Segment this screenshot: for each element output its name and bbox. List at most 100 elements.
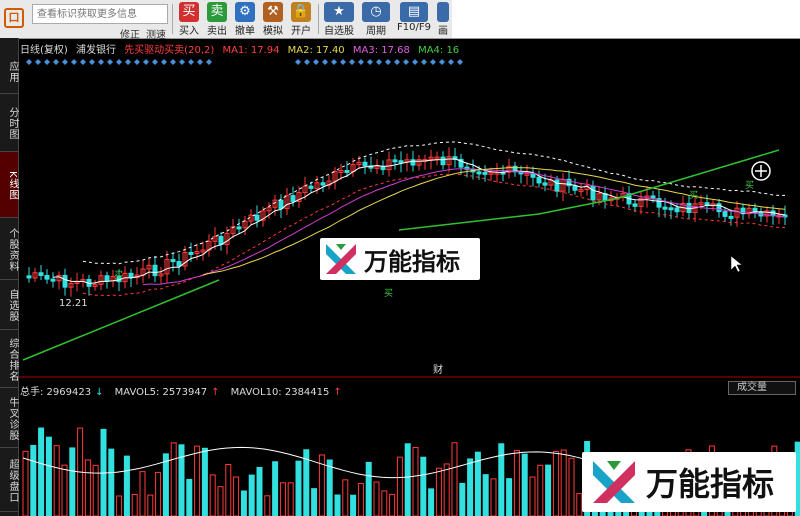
up-arrow-icon: ↑ <box>211 387 220 398</box>
tab-intraday[interactable]: 分时图 <box>0 94 18 152</box>
star-icon: ★ <box>324 2 354 22</box>
volume-bar <box>123 455 130 516</box>
volume-bar <box>170 442 177 516</box>
brand-logo-icon <box>326 244 356 274</box>
volume-bar <box>162 453 169 516</box>
candle-body <box>440 156 446 166</box>
event-diamond-icon <box>304 59 310 65</box>
event-diamond-icon <box>295 59 301 65</box>
lock-icon: 🔒 <box>291 2 311 22</box>
volume-bar <box>545 464 552 516</box>
candle-body <box>554 179 560 192</box>
watermark-text: 万能指标 <box>646 465 775 503</box>
cancel-order-icon: ⚙ <box>235 2 255 22</box>
volume-bar <box>256 466 263 516</box>
buy-button[interactable]: 买 买入 <box>176 2 202 37</box>
period-button[interactable]: ◷ 周期 <box>360 2 392 37</box>
volume-bar <box>513 449 520 516</box>
volume-bar <box>131 493 138 516</box>
draw-button[interactable]: 画 <box>436 2 450 37</box>
volume-bar <box>53 445 60 516</box>
tab-stock-profile[interactable]: 个股资料 <box>0 218 18 280</box>
buy-icon: 买 <box>179 2 199 22</box>
watchlist-button[interactable]: ★ 自选股 <box>322 2 356 37</box>
volume-bar <box>194 445 201 516</box>
signal-text: 买 <box>689 190 698 201</box>
volume-bar <box>529 476 536 516</box>
candle-body <box>290 195 296 202</box>
left-tab-bar: 应用 分时图 K线图 个股资料 自选股 综合排名 牛叉诊股 超级盘口 <box>0 38 19 516</box>
event-diamond-icon <box>457 59 463 65</box>
volume-bar <box>240 490 247 516</box>
volume-bar <box>342 479 349 516</box>
event-diamond-icon <box>340 59 346 65</box>
candle-body <box>344 169 350 173</box>
volume-bar <box>537 464 544 516</box>
tab-level2[interactable]: 超级盘口 <box>0 448 18 512</box>
tab-kline[interactable]: K线图 <box>0 152 18 218</box>
volume-info-row: 总手: 2969423 ↓ MAVOL5: 2573947 ↑ MAVOL10: 2… <box>20 383 346 398</box>
f10-button[interactable]: ▤ F10/F9 <box>396 2 432 36</box>
volume-bar <box>373 481 380 516</box>
open-account-button[interactable]: 🔒 开户 <box>288 2 314 37</box>
up-arrow-icon: ↑ <box>333 387 342 398</box>
event-diamond-icon <box>125 59 131 65</box>
volume-bar <box>139 471 146 516</box>
event-markers <box>26 59 463 65</box>
indicator-selector[interactable]: 成交量 <box>728 381 796 395</box>
tab-ranking[interactable]: 综合排名 <box>0 330 18 388</box>
volume-bar <box>233 476 240 516</box>
event-diamond-icon <box>430 59 436 65</box>
app-logo-icon[interactable]: 口 <box>4 8 24 28</box>
event-diamond-icon <box>188 59 194 65</box>
volume-bar <box>295 460 302 516</box>
candle-body <box>722 211 728 217</box>
candle-body <box>308 185 314 189</box>
volume-bar <box>116 495 123 516</box>
candle-body <box>362 161 368 167</box>
volume-bar <box>147 494 154 516</box>
candle-body <box>590 185 596 201</box>
volume-bar <box>287 482 294 516</box>
volume-bar <box>61 464 68 516</box>
volume-bar <box>404 443 411 516</box>
cancel-order-button[interactable]: ⚙ 撤单 <box>232 2 258 37</box>
toolbar: 口 修正 测速 买 买入 卖 卖出 ⚙ 撤单 ⚒ 模拟 🔒 开户 ★ 自选股 ◷… <box>0 0 800 41</box>
event-diamond-icon <box>89 59 95 65</box>
volume-bar <box>365 461 372 516</box>
open-account-label: 开户 <box>291 26 311 37</box>
candle-body <box>278 199 284 210</box>
brand-logo-icon <box>593 461 635 503</box>
sell-button[interactable]: 卖 卖出 <box>204 2 230 37</box>
sell-icon: 卖 <box>207 2 227 22</box>
volume-bar <box>381 490 388 516</box>
search-input[interactable] <box>32 4 168 24</box>
tab-diagnosis[interactable]: 牛叉诊股 <box>0 388 18 448</box>
down-arrow-icon: ↓ <box>95 387 104 398</box>
tab-watchlist[interactable]: 自选股 <box>0 280 18 330</box>
volume-bar <box>435 467 442 516</box>
candle-body <box>254 214 260 221</box>
candle-body <box>320 182 326 186</box>
candle-body <box>170 259 176 263</box>
candle-body <box>632 203 638 207</box>
event-diamond-icon <box>358 59 364 65</box>
simulate-button[interactable]: ⚒ 模拟 <box>260 2 286 37</box>
event-diamond-icon <box>53 59 59 65</box>
candle-body <box>128 272 134 279</box>
candle-body <box>674 207 680 213</box>
candle-body <box>668 207 674 211</box>
event-diamond-icon <box>367 59 373 65</box>
watermark-center: 万能指标 <box>320 238 480 280</box>
tab-apps[interactable]: 应用 <box>0 48 18 94</box>
crosshair-cursor-icon <box>751 161 771 181</box>
event-diamond-icon <box>170 59 176 65</box>
candle-body <box>392 159 398 163</box>
candle-body <box>218 235 224 245</box>
event-diamond-icon <box>421 59 427 65</box>
volume-bar <box>30 444 37 516</box>
candle-body <box>662 206 668 210</box>
volume-bar <box>155 471 162 516</box>
signal-text: 买 <box>384 288 393 299</box>
draw-icon <box>437 2 449 22</box>
